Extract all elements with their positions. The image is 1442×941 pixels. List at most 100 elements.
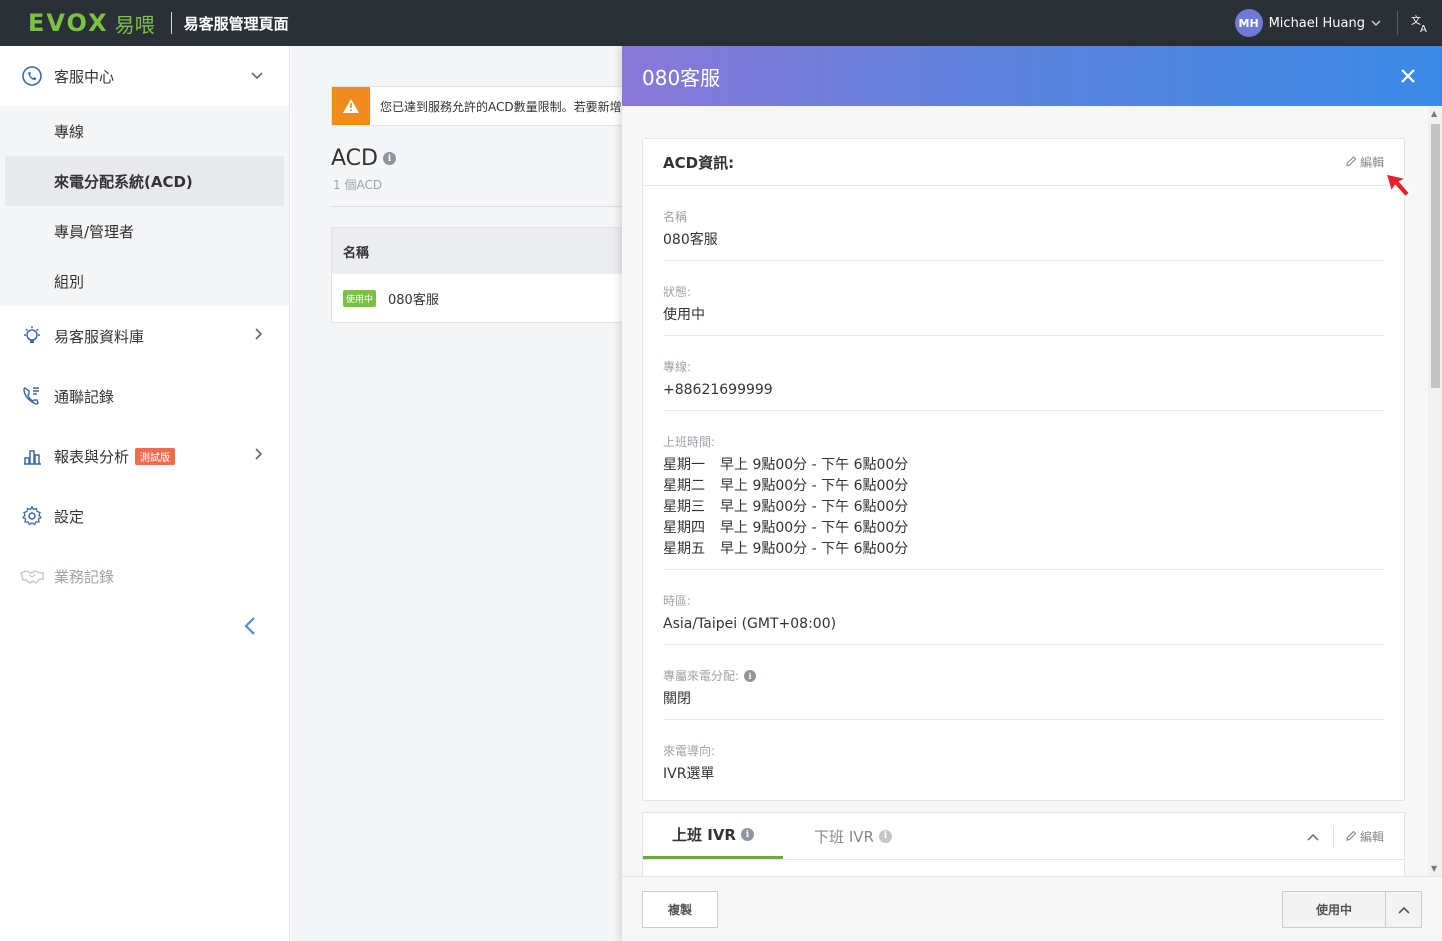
- headset-icon: [20, 64, 44, 88]
- info-icon[interactable]: i: [382, 152, 396, 165]
- sidebar: 客服中心 專線 來電分配系統(ACD) 專員/管理者 組別 易客服資料庫 通聯記…: [0, 46, 290, 941]
- hours-day: 星期一: [663, 457, 705, 473]
- sidebar-group-customer-center[interactable]: 客服中心: [0, 46, 289, 106]
- field-hours: 上班時間: 星期一 早上 9點00分 - 下午 6點00分 星期二 早上 9點00分…: [663, 411, 1384, 570]
- field-status: 狀態: 使用中: [663, 261, 1384, 336]
- field-dedicated-routing: 專屬來電分配: i 關閉: [663, 645, 1384, 720]
- tab-after-hours-ivr[interactable]: 下班 IVR i: [783, 813, 923, 859]
- app-title: 易客服管理頁面: [183, 14, 289, 33]
- status-dropdown[interactable]: 使用中: [1282, 891, 1422, 928]
- svg-text:A: A: [1420, 24, 1427, 33]
- chevron-right-icon: [255, 328, 263, 344]
- info-icon[interactable]: i: [878, 829, 892, 843]
- sidebar-item-label: 設定: [54, 507, 85, 526]
- field-value: +88621699999: [663, 382, 773, 398]
- table-header-name[interactable]: 名稱: [332, 228, 622, 274]
- hours-time: 早上 9點00分 - 下午 6點00分: [720, 541, 909, 557]
- sidebar-item-settings[interactable]: 設定: [0, 486, 289, 546]
- logo-divider: [170, 12, 172, 34]
- field-label: 專屬來電分配:: [663, 669, 740, 683]
- sidebar-item-label: 業務記錄: [54, 567, 115, 586]
- top-bar: EVOX 易喂 易客服管理頁面 MH Michael Huang 文A: [0, 0, 1442, 46]
- status-badge: 使用中: [343, 289, 377, 307]
- field-label: 名稱: [663, 210, 688, 224]
- chevron-down-icon[interactable]: [1371, 18, 1381, 29]
- field-value: Asia/Taipei (GMT+08:00): [663, 616, 837, 632]
- translate-icon[interactable]: 文A: [1408, 11, 1432, 35]
- field-value: IVR選單: [663, 766, 715, 782]
- acd-fields: 名稱 080客服 狀態: 使用中 專線: +88621699999 上班時間: …: [643, 186, 1404, 794]
- sidebar-item-call-logs[interactable]: 通聯記錄: [0, 366, 289, 426]
- bar-chart-icon: [20, 444, 44, 468]
- field-label: 來電導向:: [663, 744, 716, 758]
- edit-label: 編輯: [1359, 155, 1384, 170]
- sidebar-group-label: 客服中心: [54, 67, 115, 86]
- info-icon[interactable]: i: [744, 669, 757, 682]
- tab-office-hours-ivr[interactable]: 上班 IVR i: [643, 813, 783, 859]
- sidebar-sub-list: 專線 來電分配系統(ACD) 專員/管理者 組別: [0, 106, 289, 306]
- sidebar-item-lines[interactable]: 專線: [5, 106, 284, 156]
- hours-row: 星期三 早上 9點00分 - 下午 6點00分: [663, 497, 1384, 518]
- field-label: 專線:: [663, 360, 692, 374]
- phone-log-icon: [20, 384, 44, 408]
- acd-table: 名稱 使用中 080客服: [331, 227, 622, 323]
- sidebar-item-acd[interactable]: 來電分配系統(ACD): [5, 156, 284, 206]
- scroll-thumb[interactable]: [1431, 124, 1440, 388]
- user-name[interactable]: Michael Huang: [1269, 16, 1365, 31]
- topbar-right: MH Michael Huang 文A: [1234, 0, 1442, 46]
- gear-icon: [20, 504, 44, 528]
- drawer-scrollbar[interactable]: ▲ ▼: [1428, 106, 1442, 876]
- pencil-icon: [1346, 155, 1357, 169]
- pencil-icon: [1346, 830, 1357, 844]
- sidebar-item-business-records[interactable]: 業務記錄: [0, 546, 289, 606]
- chevron-up-icon[interactable]: [1307, 829, 1319, 845]
- chevron-right-icon: [255, 448, 263, 464]
- sidebar-item-label: 通聯記錄: [54, 387, 115, 406]
- field-timezone: 時區: Asia/Taipei (GMT+08:00): [663, 570, 1384, 645]
- table-row[interactable]: 使用中 080客服: [332, 274, 622, 322]
- sidebar-item-knowledge-base[interactable]: 易客服資料庫: [0, 306, 289, 366]
- drawer-title: 080客服: [642, 65, 721, 90]
- hours-time: 早上 9點00分 - 下午 6點00分: [720, 499, 909, 515]
- info-icon[interactable]: i: [740, 828, 754, 841]
- acd-info-header: ACD資訊: 編輯: [643, 139, 1404, 186]
- main-content: 您已達到服務允許的ACD數量限制。若要新增A ACD i 1 個ACD 名稱 使…: [291, 46, 622, 941]
- close-icon[interactable]: [1396, 64, 1420, 88]
- field-name: 名稱 080客服: [663, 186, 1384, 261]
- beta-badge: 測試版: [135, 447, 176, 465]
- brand-logo[interactable]: EVOX 易喂: [28, 9, 155, 38]
- avatar[interactable]: MH: [1234, 9, 1263, 37]
- drawer-footer: 複製 使用中: [622, 876, 1442, 941]
- row-name[interactable]: 080客服: [388, 289, 439, 308]
- edit-ivr-button[interactable]: 編輯: [1346, 828, 1384, 845]
- field-value: 使用中: [663, 307, 705, 323]
- hours-day: 星期五: [663, 541, 705, 557]
- sidebar-collapse-button[interactable]: [240, 614, 260, 638]
- edit-acd-button[interactable]: 編輯: [1346, 154, 1384, 171]
- hours-list: 星期一 早上 9點00分 - 下午 6點00分 星期二 早上 9點00分 - 下午 …: [663, 455, 1384, 560]
- ivr-tools: 編輯: [1307, 813, 1384, 860]
- ivr-card: 上班 IVR i 下班 IVR i 編輯: [642, 812, 1405, 876]
- hours-row: 星期二 早上 9點00分 - 下午 6點00分: [663, 476, 1384, 497]
- sidebar-item-label: 易客服資料庫: [54, 327, 145, 346]
- field-label: 時區:: [663, 594, 692, 608]
- scroll-down-arrow[interactable]: ▼: [1431, 864, 1437, 873]
- chevron-up-icon[interactable]: [1385, 892, 1421, 927]
- scroll-up-arrow[interactable]: ▲: [1431, 109, 1437, 118]
- tab-label: 上班 IVR: [672, 826, 736, 844]
- sidebar-item-agents[interactable]: 專員/管理者: [5, 206, 284, 256]
- copy-button[interactable]: 複製: [642, 891, 718, 928]
- sidebar-item-groups[interactable]: 組別: [5, 256, 284, 306]
- handshake-icon: [20, 564, 44, 588]
- hours-row: 星期五 早上 9點00分 - 下午 6點00分: [663, 539, 1384, 560]
- edit-label: 編輯: [1359, 830, 1384, 844]
- divider: [1332, 825, 1334, 848]
- sidebar-item-label: 報表與分析: [54, 447, 130, 466]
- limit-alert: 您已達到服務允許的ACD數量限制。若要新增A: [331, 86, 622, 126]
- sidebar-item-reports[interactable]: 報表與分析 測試版: [0, 426, 289, 486]
- page-title-text: ACD: [331, 146, 378, 171]
- status-button-label[interactable]: 使用中: [1283, 892, 1385, 927]
- hours-row: 星期一 早上 9點00分 - 下午 6點00分: [663, 455, 1384, 476]
- hours-time: 早上 9點00分 - 下午 6點00分: [720, 457, 909, 473]
- acd-detail-drawer: 080客服 ACD資訊: 編輯 名稱 080客服 狀態: 使用中 專線: +88…: [622, 46, 1442, 941]
